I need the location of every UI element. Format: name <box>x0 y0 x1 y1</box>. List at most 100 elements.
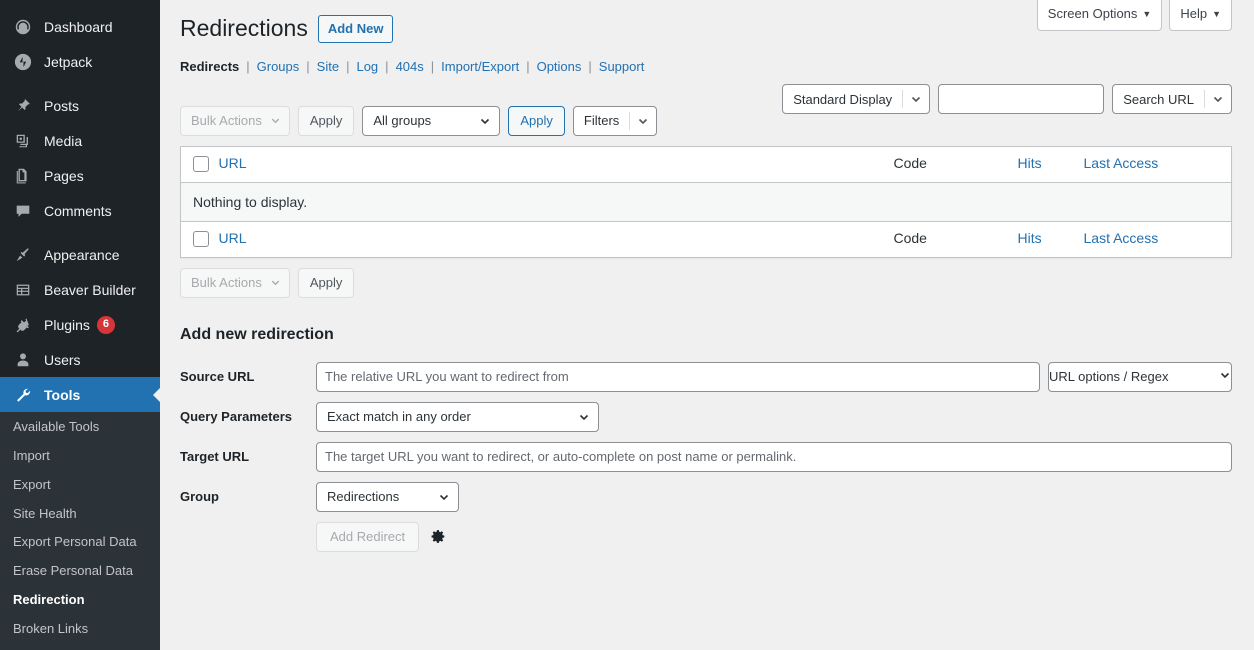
submenu-item-redirection[interactable]: Redirection <box>0 586 160 615</box>
target-url-controls <box>316 441 1232 472</box>
table-footer-row: URL Code Hits Last Access <box>180 220 1232 258</box>
subnav-separator: | <box>246 58 250 74</box>
column-header-last-access[interactable]: Last Access <box>1084 230 1159 246</box>
sidebar-item-pages[interactable]: Pages <box>0 158 160 193</box>
chevron-down-icon <box>1219 369 1231 384</box>
submenu-item-broken-links[interactable]: Broken Links <box>0 615 160 644</box>
target-url-label: Target URL <box>180 449 250 465</box>
subnav-link-groups[interactable]: Groups <box>257 59 300 74</box>
sidebar-item-label: Pages <box>44 167 84 184</box>
chevron-down-icon <box>630 115 656 127</box>
column-header-last-access[interactable]: Last Access <box>1084 155 1159 171</box>
subnav-link-site[interactable]: Site <box>317 59 339 74</box>
submenu-item-erase-personal-data[interactable]: Erase Personal Data <box>0 557 160 586</box>
sidebar-item-posts[interactable]: Posts <box>0 88 160 123</box>
add-redirect-button[interactable]: Add Redirect <box>316 521 420 552</box>
url-options-label: URL options / Regex <box>1049 369 1169 385</box>
column-last-access-header-bottom: Last Access <box>1083 220 1232 258</box>
target-url-input[interactable] <box>316 441 1232 472</box>
display-mode-select[interactable]: Standard Display <box>782 84 931 114</box>
apply-group-filter-button[interactable]: Apply <box>508 105 565 136</box>
pages-icon <box>13 166 33 186</box>
column-header-hits[interactable]: Hits <box>1018 155 1042 171</box>
group-select[interactable]: Redirections <box>316 481 459 512</box>
column-header-url[interactable]: URL <box>219 155 247 171</box>
table-header-row: URL Code Hits Last Access <box>180 146 1232 183</box>
submit-row: Add Redirect <box>180 521 1232 552</box>
plugins-update-badge: 6 <box>96 315 115 334</box>
subnav-link-redirects[interactable]: Redirects <box>180 59 239 74</box>
sidebar-item-media[interactable]: Media <box>0 123 160 158</box>
sidebar-item-jetpack[interactable]: Jetpack <box>0 44 160 79</box>
gear-icon[interactable] <box>429 528 446 545</box>
sidebar-item-comments[interactable]: Comments <box>0 193 160 228</box>
sidebar-item-tools[interactable]: Tools <box>0 377 160 412</box>
help-button[interactable]: Help ▼ <box>1169 0 1232 32</box>
apply-bulk-button-bottom[interactable]: Apply <box>297 267 355 298</box>
sidebar-item-label: Tools <box>44 386 81 403</box>
dashboard-icon <box>13 17 33 37</box>
submenu-item-available-tools[interactable]: Available Tools <box>0 413 160 442</box>
submenu-item-label: Export Personal Data <box>13 534 137 550</box>
subnav-link-support[interactable]: Support <box>599 59 645 74</box>
select-all-checkbox-bottom[interactable] <box>193 231 209 248</box>
search-type-label: Search URL <box>1123 91 1194 107</box>
bulk-actions-select-bottom[interactable]: Bulk Actions <box>180 267 290 298</box>
add-redirection-title: Add new redirection <box>180 325 334 343</box>
query-parameters-value: Exact match in any order <box>327 409 471 425</box>
sidebar-divider-1 <box>0 79 160 88</box>
chevron-down-icon <box>578 411 590 423</box>
jetpack-icon <box>13 52 33 72</box>
column-header-url[interactable]: URL <box>219 230 247 246</box>
submenu-item-import[interactable]: Import <box>0 442 160 471</box>
search-input[interactable] <box>938 84 1105 114</box>
bulk-actions-select-top[interactable]: Bulk Actions <box>180 105 290 136</box>
submenu-item-export[interactable]: Export <box>0 471 160 500</box>
screen-options-button[interactable]: Screen Options ▼ <box>1036 0 1163 32</box>
group-filter-select[interactable]: All groups <box>362 105 501 136</box>
sidebar-item-plugins[interactable]: Plugins 6 <box>0 307 160 342</box>
search-controls: Standard Display Search URL <box>782 84 1232 114</box>
select-all-checkbox-top[interactable] <box>193 156 209 173</box>
search-type-select[interactable]: Search URL <box>1112 84 1232 114</box>
grid-icon <box>13 280 33 300</box>
page-title: Redirections <box>180 15 308 41</box>
subnav-link-options[interactable]: Options <box>537 59 582 74</box>
filters-select[interactable]: Filters <box>572 105 658 136</box>
sidebar-item-label: Dashboard <box>44 18 113 35</box>
query-parameters-row: Query Parameters Exact match in any orde… <box>180 401 1232 432</box>
wrench-icon <box>13 385 33 405</box>
subnav-link-404s[interactable]: 404s <box>396 59 424 74</box>
subnav-separator: | <box>306 58 310 74</box>
subnav-separator: | <box>346 58 350 74</box>
submenu-item-label: Broken Links <box>13 620 89 636</box>
source-url-input[interactable] <box>316 361 1040 392</box>
sidebar-item-dashboard[interactable]: Dashboard <box>0 9 160 44</box>
query-parameters-label: Query Parameters <box>180 409 293 425</box>
sidebar-item-appearance[interactable]: Appearance <box>0 237 160 272</box>
column-header-hits[interactable]: Hits <box>1018 230 1042 246</box>
column-url-header-bottom: URL <box>218 220 894 258</box>
url-options-select[interactable]: URL options / Regex <box>1048 361 1232 392</box>
submenu-item-label: Erase Personal Data <box>13 563 133 579</box>
source-url-controls: URL options / Regex <box>316 361 1232 392</box>
submenu-item-label: Import <box>13 447 50 463</box>
group-row: Group Redirections <box>180 481 1232 512</box>
media-icon <box>13 131 33 151</box>
submenu-item-export-personal-data[interactable]: Export Personal Data <box>0 528 160 557</box>
submenu-item-site-health[interactable]: Site Health <box>0 500 160 529</box>
subnav-link-import-export[interactable]: Import/Export <box>441 59 519 74</box>
sub-navigation: Redirects | Groups | Site | Log | 404s |… <box>180 59 1232 74</box>
group-filter-label: All groups <box>373 113 432 129</box>
sidebar-item-users[interactable]: Users <box>0 342 160 377</box>
submenu-item-theme-file-editor[interactable]: Theme File Editor <box>0 644 160 650</box>
add-new-button[interactable]: Add New <box>317 14 394 44</box>
main-content: Screen Options ▼ Help ▼ Redirections Add N… <box>160 0 1254 650</box>
sidebar-item-label: Media <box>44 132 83 149</box>
chevron-down-icon <box>438 491 450 503</box>
sidebar-item-beaver-builder[interactable]: Beaver Builder <box>0 272 160 307</box>
apply-bulk-button-top[interactable]: Apply <box>297 105 355 136</box>
query-parameters-select[interactable]: Exact match in any order <box>316 401 599 432</box>
column-hits-header-top: Hits <box>1017 146 1084 183</box>
subnav-link-log[interactable]: Log <box>356 59 378 74</box>
